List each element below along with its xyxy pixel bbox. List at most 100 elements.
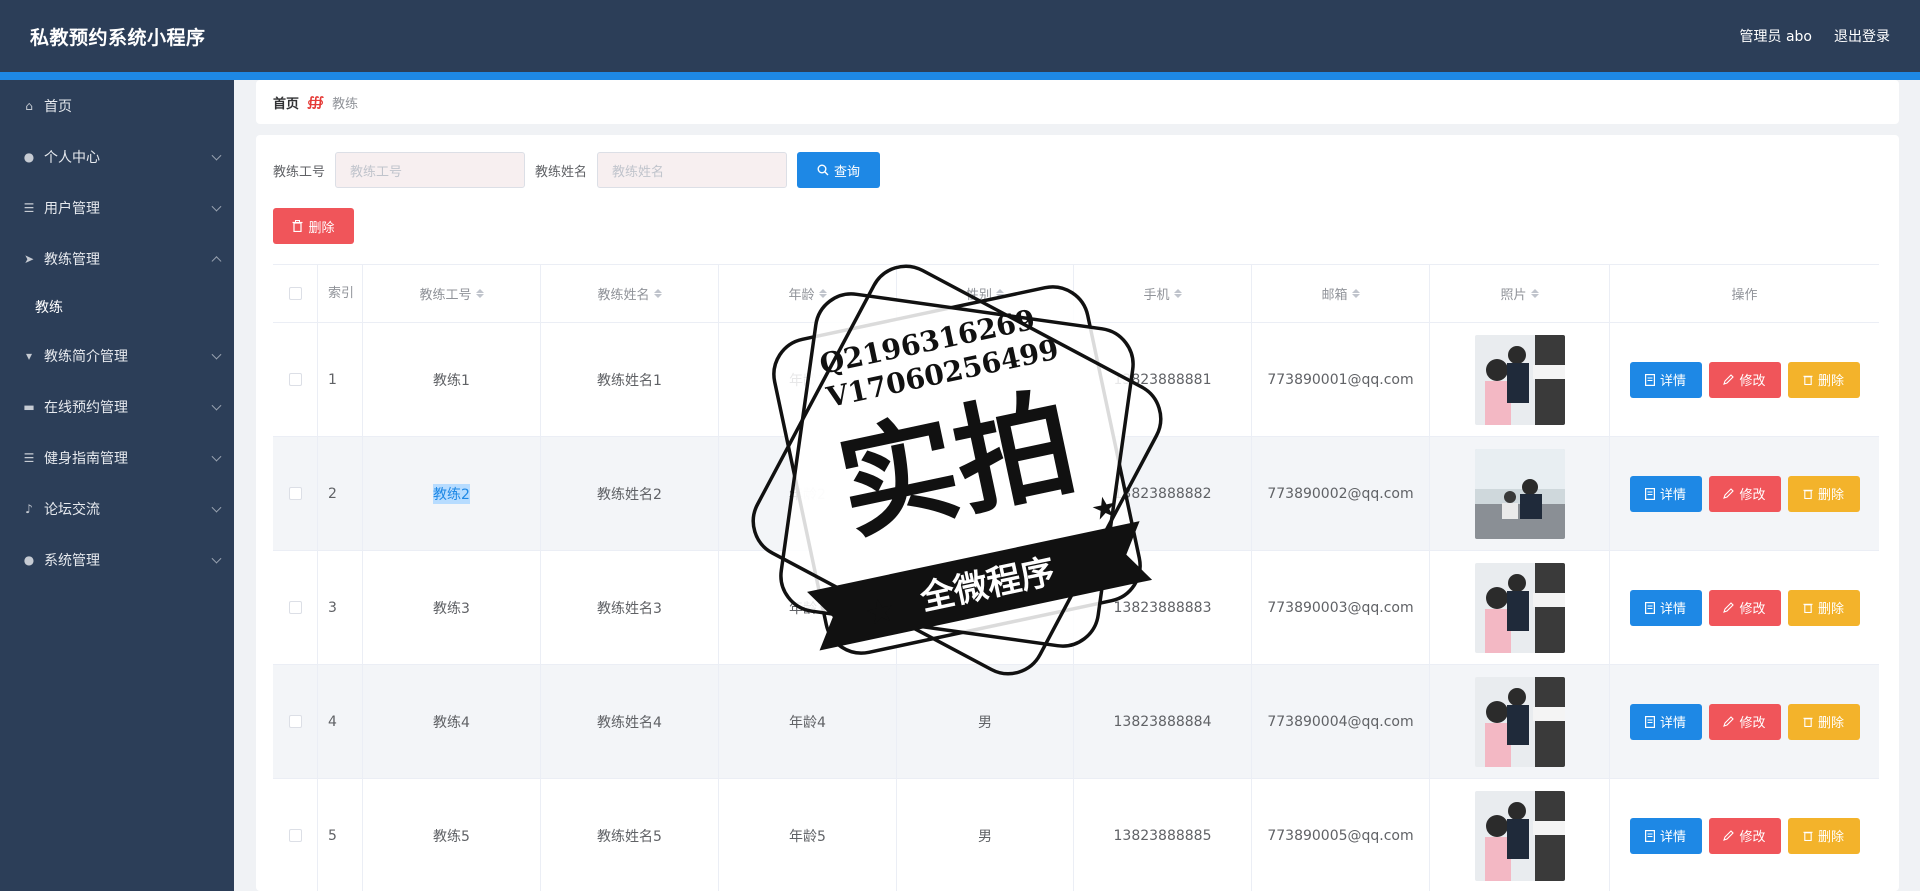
coach-photo[interactable] [1474,334,1565,425]
detail-button[interactable]: 详情 [1629,703,1702,740]
row-phone: 13823888881 [1074,323,1252,436]
row-actions: 详情 修改 删除 [1610,551,1879,664]
sort-icon [1351,289,1360,298]
sidebar-item-forum[interactable]: ♪ 论坛交流 [0,483,234,534]
header-email[interactable]: 邮箱 [1252,265,1430,322]
row-checkbox[interactable] [288,829,302,842]
table-row: 4 教练4 教练姓名4 年龄4 男 13823888884 773890004@… [273,665,1879,779]
select-all-checkbox[interactable] [288,287,302,300]
sidebar-item-system[interactable]: ● 系统管理 [0,534,234,585]
table-row: 2 教练2 教练姓名2 年龄2 男 13823888882 773890002@… [273,437,1879,551]
sidebar-item-coach-intro[interactable]: ▾ 教练简介管理 [0,330,234,381]
row-checkbox[interactable] [288,373,302,386]
chevron-up-icon [211,255,222,266]
sidebar-item-home[interactable]: ⌂ 首页 [0,80,234,131]
row-coach-no: 教练1 [363,323,541,436]
main-card: 教练工号 教练工号 教练姓名 教练姓名 查询 删除 索引 教练工号 教练姓名 年… [256,135,1899,891]
row-checkbox-cell [273,779,318,891]
edit-button[interactable]: 修改 [1708,361,1781,398]
row-gender: 男 [897,779,1074,891]
batch-delete-button[interactable]: 删除 [273,208,354,244]
trash-icon [1803,375,1813,385]
row-gender: 男 [897,437,1074,550]
query-button-label: 查询 [834,164,861,180]
edit-button[interactable]: 修改 [1708,703,1781,740]
row-coach-name: 教练姓名3 [541,551,719,664]
row-checkbox[interactable] [288,715,302,728]
edit-button[interactable]: 修改 [1708,589,1781,626]
row-photo-cell [1430,551,1610,664]
trash-icon [1803,831,1813,841]
row-gender: 男 [897,665,1074,778]
header-coach-no[interactable]: 教练工号 [363,265,541,322]
pencil-icon [1723,488,1735,499]
delete-button[interactable]: 删除 [1787,361,1860,398]
user-icon: ● [23,552,35,567]
logout-link[interactable]: 退出登录 [1834,26,1890,46]
detail-button[interactable]: 详情 [1629,361,1702,398]
chevron-down-icon [211,150,222,161]
header-phone[interactable]: 手机 [1074,265,1252,322]
coach-no-input[interactable]: 教练工号 [335,152,526,188]
search-icon [817,164,829,176]
top-header: 私教预约系统小程序 管理员 abo 退出登录 [0,0,1920,72]
coach-photo[interactable] [1474,448,1565,539]
detail-button[interactable]: 详情 [1629,475,1702,512]
delete-button[interactable]: 删除 [1787,589,1860,626]
home-icon: ⌂ [25,98,33,113]
coach-photo[interactable] [1474,562,1565,653]
row-age: 年龄2 [719,437,897,550]
delete-button[interactable]: 删除 [1787,475,1860,512]
sidebar-item-coach-management[interactable]: ➤ 教练管理 [0,233,234,284]
sidebar-item-label: 教练管理 [44,251,100,268]
delete-label: 删除 [1817,488,1844,503]
header-photo[interactable]: 照片 [1430,265,1610,322]
edit-button[interactable]: 修改 [1708,817,1781,854]
header-gender[interactable]: 性别 [897,265,1074,322]
row-checkbox[interactable] [288,487,302,500]
sidebar-item-online-booking[interactable]: ▬ 在线预约管理 [0,381,234,432]
row-gender [897,323,1074,436]
batch-delete-label: 删除 [308,220,335,236]
row-photo-cell [1430,323,1610,436]
row-checkbox[interactable] [288,601,302,614]
breadcrumb: 首页 ∰ 教练 [256,80,1899,124]
delete-button[interactable]: 删除 [1787,703,1860,740]
breadcrumb-separator-icon: ∰ [307,94,325,110]
query-button[interactable]: 查询 [797,152,881,188]
sidebar-item-label: 在线预约管理 [44,399,128,416]
app-title: 私教预约系统小程序 [30,26,206,49]
coach-photo[interactable] [1474,676,1565,767]
edit-label: 修改 [1739,374,1766,389]
coach-name-input[interactable]: 教练姓名 [597,152,788,188]
table-row: 5 教练5 教练姓名5 年龄5 男 13823888885 773890005@… [273,779,1879,891]
detail-button[interactable]: 详情 [1629,589,1702,626]
breadcrumb-home[interactable]: 首页 [273,93,299,112]
header-coach-name[interactable]: 教练姓名 [541,265,719,322]
header-label: 教练工号 [419,288,472,303]
delete-button[interactable]: 删除 [1787,817,1860,854]
coach-photo[interactable] [1474,790,1565,881]
chevron-down-icon [211,349,222,360]
row-checkbox-cell [273,437,318,550]
delete-label: 删除 [1817,602,1844,617]
row-photo-cell [1430,779,1610,891]
header-label: 年龄 [788,288,815,303]
sidebar-item-fitness-guide[interactable]: ☰ 健身指南管理 [0,432,234,483]
row-index: 3 [318,551,363,664]
pencil-icon [1723,602,1735,613]
row-coach-no: 教练3 [363,551,541,664]
document-icon [1644,829,1655,842]
current-user: 管理员 abo [1739,29,1812,45]
detail-button[interactable]: 详情 [1629,817,1702,854]
edit-button[interactable]: 修改 [1708,475,1781,512]
header-age[interactable]: 年龄 [719,265,897,322]
sidebar-item-personal-center[interactable]: ● 个人中心 [0,131,234,182]
list-icon: ☰ [23,450,35,465]
detail-label: 详情 [1659,602,1686,617]
sidebar-item-user-management[interactable]: ☰ 用户管理 [0,182,234,233]
row-index: 1 [318,323,363,436]
sort-icon [818,289,827,298]
sidebar-subitem-coach[interactable]: 教练 [0,284,234,330]
search-bar: 教练工号 教练工号 教练姓名 教练姓名 查询 [273,152,881,188]
